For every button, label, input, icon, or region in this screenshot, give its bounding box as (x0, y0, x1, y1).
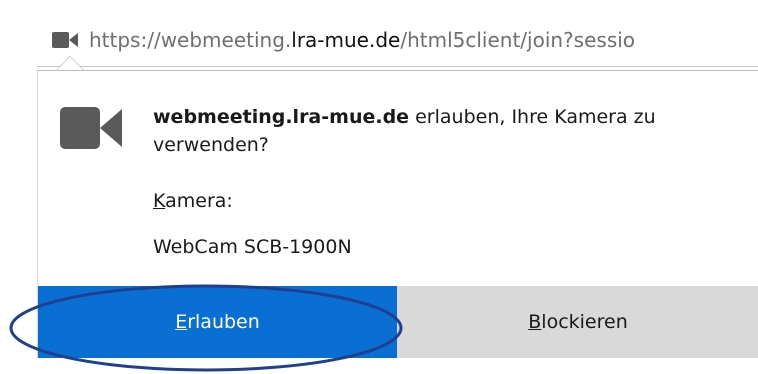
button-row: Erlauben Blockieren (38, 286, 758, 358)
permission-message: webmeeting.lra-mue.de erlauben, Ihre Kam… (153, 103, 713, 159)
camera-permission-dialog: webmeeting.lra-mue.de erlauben, Ihre Kam… (37, 56, 758, 358)
camera-icon (52, 32, 78, 48)
address-bar[interactable]: https://webmeeting.lra-mue.de/html5clien… (37, 14, 758, 67)
allow-button[interactable]: Erlauben (38, 286, 397, 358)
permission-screenshot: https://webmeeting.lra-mue.de/html5clien… (0, 0, 758, 374)
block-button[interactable]: Blockieren (397, 286, 758, 358)
url-text: https://webmeeting.lra-mue.de/html5clien… (89, 28, 636, 52)
camera-label: Kamera: (153, 190, 233, 212)
site-name: webmeeting.lra-mue.de (153, 106, 410, 128)
camera-select[interactable]: WebCam SCB-1900N (153, 236, 352, 258)
dialog-pointer-arrow (56, 56, 84, 70)
camera-icon (60, 107, 122, 149)
